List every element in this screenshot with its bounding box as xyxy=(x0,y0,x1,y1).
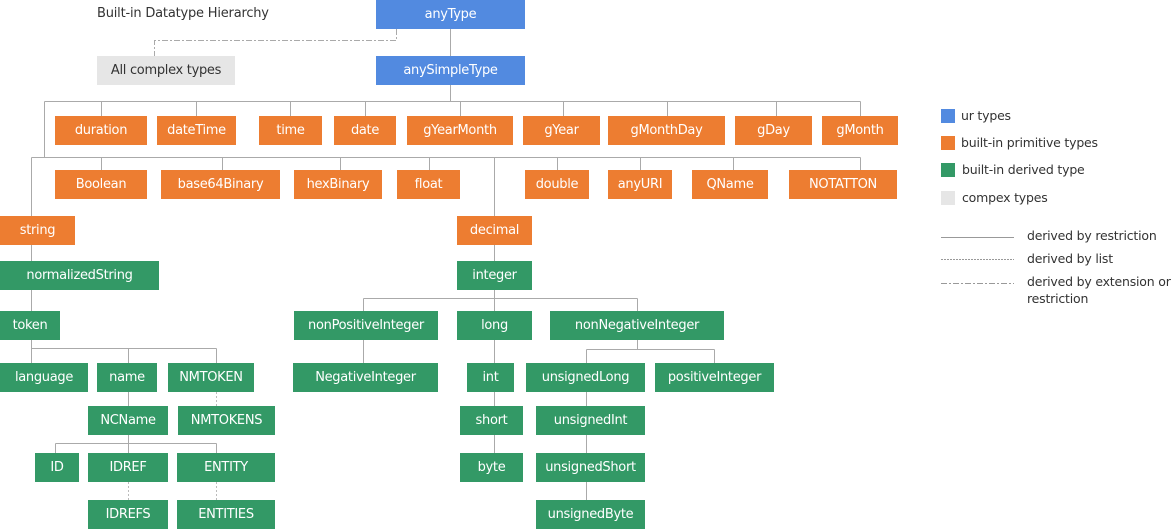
node-nonpositiveinteger: nonPositiveInteger xyxy=(294,311,438,340)
node-positiveinteger: positiveInteger xyxy=(655,363,774,392)
node-nmtokens: NMTOKENS xyxy=(178,406,275,435)
node-integer: integer xyxy=(457,261,532,290)
node-ncname: NCName xyxy=(88,406,168,435)
node-entity: ENTITY xyxy=(177,453,275,482)
node-duration: duration xyxy=(55,116,147,145)
legend-label-complex: compex types xyxy=(962,190,1048,205)
legend-label-primitive: built-in primitive types xyxy=(961,135,1098,150)
node-byte: byte xyxy=(460,453,523,482)
node-id: ID xyxy=(35,453,79,482)
connector-anytype-complex xyxy=(154,29,397,56)
node-unsignedint: unsignedInt xyxy=(536,406,645,435)
node-gyear: gYear xyxy=(523,116,600,145)
connector-nonnegative-children xyxy=(586,340,715,363)
diagram-title: Built-in Datatype Hierarchy xyxy=(97,6,269,21)
node-long: long xyxy=(457,311,532,340)
connector-integer-children xyxy=(363,290,638,311)
connector-token-children xyxy=(31,340,217,363)
node-date: date xyxy=(334,116,396,145)
node-idref: IDREF xyxy=(88,453,168,482)
node-gmonth: gMonth xyxy=(822,116,898,145)
connector-ncname-children xyxy=(55,435,217,453)
legend-swatch-ur xyxy=(941,109,955,123)
node-anytype: anyType xyxy=(376,0,525,29)
node-double: double xyxy=(525,170,589,199)
node-short: short xyxy=(460,406,523,435)
node-unsignedbyte: unsignedByte xyxy=(536,500,645,529)
legend-label-derived: built-in derived type xyxy=(962,162,1085,177)
legend-label-extension: derived by extension or restriction xyxy=(1027,274,1171,306)
node-time: time xyxy=(259,116,322,145)
node-normalizedstring: normalizedString xyxy=(0,261,159,290)
node-boolean: Boolean xyxy=(55,170,147,199)
node-name: name xyxy=(97,363,157,392)
node-float: float xyxy=(397,170,460,199)
legend-swatch-derived xyxy=(941,163,955,177)
node-token: token xyxy=(0,311,60,340)
node-nonnegativeinteger: nonNegativeInteger xyxy=(550,311,724,340)
legend-label-restriction: derived by restriction xyxy=(1027,228,1157,243)
node-anyuri: anyURI xyxy=(608,170,672,199)
node-decimal: decimal xyxy=(457,216,532,245)
node-gmonthday: gMonthDay xyxy=(608,116,725,145)
node-gday: gDay xyxy=(735,116,812,145)
node-gyearmonth: gYearMonth xyxy=(407,116,513,145)
legend-swatch-primitive xyxy=(941,136,955,150)
node-unsignedshort: unsignedShort xyxy=(536,453,645,482)
node-datetime: dateTime xyxy=(157,116,236,145)
node-negativeinteger: NegativeInteger xyxy=(293,363,438,392)
node-unsignedlong: unsignedLong xyxy=(526,363,645,392)
node-anysimpletype: anySimpleType xyxy=(376,56,525,85)
legend-swatch-complex xyxy=(941,191,955,205)
node-all-complex-types: All complex types xyxy=(97,56,235,85)
node-notation: NOTATTON xyxy=(789,170,897,199)
datatype-hierarchy-diagram: Built-in Datatype Hierarchy anyType All … xyxy=(0,0,1176,529)
node-string: string xyxy=(0,216,75,245)
legend-label-list: derived by list xyxy=(1027,251,1113,266)
node-idrefs: IDREFS xyxy=(88,500,168,529)
node-language: language xyxy=(0,363,88,392)
node-qname: QName xyxy=(692,170,768,199)
node-base64binary: base64Binary xyxy=(161,170,280,199)
legend-label-ur: ur types xyxy=(961,108,1011,123)
node-entities: ENTITIES xyxy=(177,500,275,529)
node-nmtoken: NMTOKEN xyxy=(168,363,254,392)
node-int: int xyxy=(467,363,514,392)
node-hexbinary: hexBinary xyxy=(294,170,382,199)
